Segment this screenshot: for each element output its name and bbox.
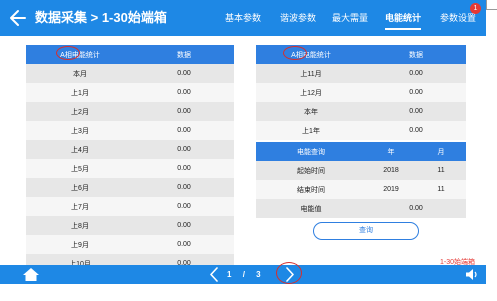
row-value: 0.00 bbox=[134, 235, 234, 254]
start-time-label: 起始时间 bbox=[256, 161, 366, 180]
table-row: 上3月 0.00 bbox=[26, 121, 234, 140]
row-value: 0.00 bbox=[134, 102, 234, 121]
annotation-circle bbox=[276, 262, 302, 284]
column-header-statistic: A相电能统计 bbox=[26, 45, 134, 64]
row-value: 0.00 bbox=[134, 216, 234, 235]
column-header-month: 月 bbox=[416, 142, 466, 161]
window-corner bbox=[486, 0, 497, 10]
row-label: 上7月 bbox=[26, 197, 134, 216]
table-row: 上6月 0.00 bbox=[26, 178, 234, 197]
row-value: 0.00 bbox=[134, 121, 234, 140]
row-label: 上9月 bbox=[26, 235, 134, 254]
speaker-icon[interactable] bbox=[465, 268, 479, 281]
end-month-input[interactable]: 11 bbox=[416, 180, 466, 199]
table-row: 本月 0.00 bbox=[26, 64, 234, 83]
table-row: 本年 0.00 bbox=[256, 102, 466, 121]
page-total: 3 bbox=[256, 270, 261, 279]
row-label: 本年 bbox=[256, 102, 366, 121]
end-year-input[interactable]: 2019 bbox=[366, 180, 416, 199]
top-bar: 数据采集 > 1-30始端箱 基本参数 谐波参数 最大需量 电能统计 参数设置 … bbox=[0, 0, 486, 36]
row-value: 0.00 bbox=[134, 178, 234, 197]
query-button[interactable]: 查询 bbox=[313, 222, 419, 240]
page-separator: / bbox=[242, 270, 245, 279]
column-header-year: 年 bbox=[366, 142, 416, 161]
row-label: 上4月 bbox=[26, 140, 134, 159]
table-row: 上5月 0.00 bbox=[26, 159, 234, 178]
bottom-bar: 1 / 3 bbox=[0, 265, 486, 284]
left-energy-table: A相电能统计 数据 本月 0.00 上1月 0.00 上2月 0.00 上3月 0.00… bbox=[26, 45, 234, 273]
energy-value-row: 电能值 0.00 bbox=[256, 199, 466, 218]
column-header-data: 数据 bbox=[366, 45, 466, 64]
row-value: 0.00 bbox=[134, 197, 234, 216]
energy-query-table: 电能查询 年 月 起始时间 2018 11 结束时间 2019 11 电能值 0… bbox=[256, 142, 466, 218]
table-row: 上11月 0.00 bbox=[256, 64, 466, 83]
row-label: 上12月 bbox=[256, 83, 366, 102]
table-row: 上1年 0.00 bbox=[256, 121, 466, 140]
row-label: 上6月 bbox=[26, 178, 134, 197]
row-value: 0.00 bbox=[134, 140, 234, 159]
right-energy-table: A相电能统计 数据 上11月 0.00 上12月 0.00 本年 0.00 上1年 0.… bbox=[256, 45, 466, 140]
annotation-circle bbox=[283, 46, 307, 60]
table-row: 上1月 0.00 bbox=[26, 83, 234, 102]
energy-statistics-screen: 数据采集 > 1-30始端箱 基本参数 谐波参数 最大需量 电能统计 参数设置 … bbox=[0, 0, 486, 284]
energy-value: 0.00 bbox=[366, 199, 466, 218]
page-title: 数据采集 > 1-30始端箱 bbox=[35, 10, 167, 25]
row-value: 0.00 bbox=[134, 64, 234, 83]
row-label: 上3月 bbox=[26, 121, 134, 140]
row-label: 上11月 bbox=[256, 64, 366, 83]
row-value: 0.00 bbox=[366, 83, 466, 102]
row-label: 上1年 bbox=[256, 121, 366, 140]
tab-harmonic-params[interactable]: 谐波参数 bbox=[276, 0, 320, 36]
row-value: 0.00 bbox=[134, 159, 234, 178]
tab-basic-params[interactable]: 基本参数 bbox=[221, 0, 265, 36]
row-value: 0.00 bbox=[134, 83, 234, 102]
column-header-query: 电能查询 bbox=[256, 142, 366, 161]
previous-page-icon[interactable] bbox=[209, 267, 219, 282]
row-label: 上1月 bbox=[26, 83, 134, 102]
column-header-statistic: A相电能统计 bbox=[256, 45, 366, 64]
start-year-input[interactable]: 2018 bbox=[366, 161, 416, 180]
page-indicator: 1 / 3 bbox=[227, 265, 261, 284]
table-row: 上2月 0.00 bbox=[26, 102, 234, 121]
start-month-input[interactable]: 11 bbox=[416, 161, 466, 180]
tab-max-demand[interactable]: 最大需量 bbox=[328, 0, 372, 36]
table-row: 上9月 0.00 bbox=[26, 235, 234, 254]
energy-value-label: 电能值 bbox=[256, 199, 366, 218]
row-value: 0.00 bbox=[366, 121, 466, 140]
table-row: 上7月 0.00 bbox=[26, 197, 234, 216]
row-label: 上5月 bbox=[26, 159, 134, 178]
row-label: 本月 bbox=[26, 64, 134, 83]
row-label: 上8月 bbox=[26, 216, 134, 235]
table-row: 上4月 0.00 bbox=[26, 140, 234, 159]
row-value: 0.00 bbox=[366, 64, 466, 83]
end-time-label: 结束时间 bbox=[256, 180, 366, 199]
page-current: 1 bbox=[227, 270, 232, 279]
tab-energy-statistics[interactable]: 电能统计 bbox=[381, 0, 425, 36]
back-arrow-icon[interactable] bbox=[8, 9, 26, 27]
row-label: 上2月 bbox=[26, 102, 134, 121]
table-row: 上8月 0.00 bbox=[26, 216, 234, 235]
row-value: 0.00 bbox=[366, 102, 466, 121]
home-icon[interactable] bbox=[22, 267, 40, 282]
notification-badge: 1 bbox=[470, 3, 481, 14]
end-time-row: 结束时间 2019 11 bbox=[256, 180, 466, 199]
annotation-circle bbox=[56, 46, 80, 60]
column-header-data: 数据 bbox=[134, 45, 234, 64]
table-row: 上12月 0.00 bbox=[256, 83, 466, 102]
start-time-row: 起始时间 2018 11 bbox=[256, 161, 466, 180]
